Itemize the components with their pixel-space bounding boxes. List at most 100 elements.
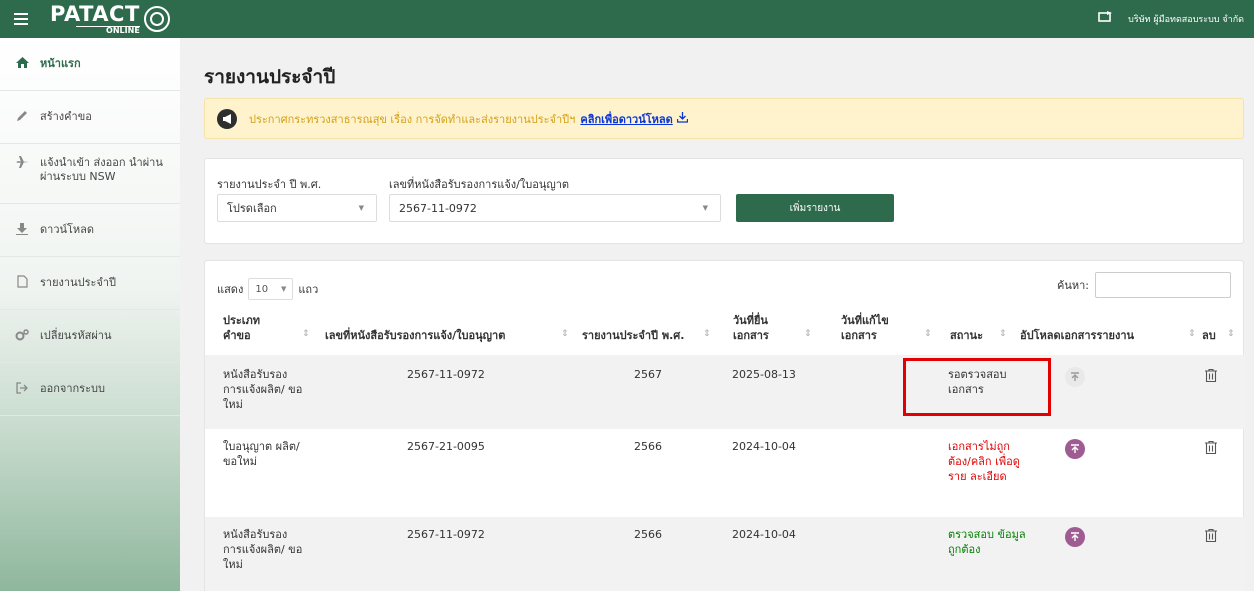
sidebar-item-home[interactable]: หน้าแรก — [0, 38, 180, 91]
upload-button[interactable] — [1065, 527, 1085, 547]
page-length-value: 10 — [255, 283, 269, 295]
cell-year: 2567 — [634, 368, 662, 381]
column-header-year[interactable]: รายงานประจำปี พ.ศ. — [582, 328, 684, 343]
search-label: ค้นหา: — [1056, 279, 1089, 292]
cell-submitted: 2025-08-13 — [732, 368, 796, 381]
table-search: ค้นหา: — [1057, 272, 1231, 298]
company-name[interactable]: บริษัท ผู้มือทดสอบระบบ จำกัด — [1128, 12, 1244, 26]
announcement-banner: ประกาศกระทรวงสาธารณสุข เรื่อง การจัดทำแล… — [204, 98, 1244, 139]
cell-license: 2567-11-0972 — [407, 368, 485, 381]
main-content: รายงานประจำปี ประกาศกระทรวงสาธารณสุข เรื… — [180, 38, 1254, 591]
sidebar-item-label: ดาวน์โหลด — [40, 223, 95, 236]
seal-icon — [143, 6, 170, 32]
cell-type: ใบอนุญาต ผลิต/ขอใหม่ — [223, 440, 300, 468]
sidebar-item-label: รายงานประจำปี — [40, 276, 117, 289]
sidebar-item-annual-report[interactable]: รายงานประจำปี — [0, 257, 180, 310]
cell-submitted: 2024-10-04 — [732, 528, 796, 541]
upload-icon — [1071, 532, 1079, 541]
sort-icon[interactable]: ⇕ — [561, 329, 569, 339]
page-length-control: แสดง 10 ▼ แถว — [217, 278, 318, 300]
cell-year: 2566 — [634, 528, 662, 541]
cell-type: หนังสือรับรอง การแจ้งผลิต/ ขอใหม่ — [223, 368, 303, 411]
cell-submitted: 2024-10-04 — [732, 440, 796, 453]
page-length-select[interactable]: 10 ▼ — [248, 278, 294, 300]
cell-license: 2567-21-0095 — [407, 440, 485, 453]
sidebar-item-nsw[interactable]: แจ้งนำเข้า ส่งออก นำผ่าน ผ่านระบบ NSW — [0, 144, 180, 204]
sort-icon[interactable]: ⇕ — [703, 329, 711, 339]
license-select-value: 2567-11-0972 — [399, 201, 477, 215]
column-header-upload[interactable]: อัปโหลดเอกสารรายงาน — [1020, 328, 1134, 343]
column-header-edited[interactable]: วันที่แก้ไข เอกสาร — [841, 313, 901, 343]
year-label: รายงานประจำ ปี พ.ศ. — [217, 178, 322, 191]
download-icon — [14, 222, 30, 238]
cell-license: 2567-11-0972 — [407, 528, 485, 541]
column-header-delete[interactable]: ลบ — [1202, 328, 1216, 343]
sidebar-item-download[interactable]: ดาวน์โหลด — [0, 204, 180, 257]
report-table-card: แสดง 10 ▼ แถว ค้นหา: ประเภท คำขอ ⇕ เลขที… — [204, 260, 1245, 591]
sidebar-item-change-password[interactable]: เปลี่ยนรหัสผ่าน — [0, 310, 180, 363]
year-select-value: โปรดเลือก — [227, 202, 277, 215]
upload-icon — [1071, 444, 1079, 453]
cell-type: หนังสือรับรอง การแจ้งผลิต/ ขอใหม่ — [223, 528, 303, 571]
sidebar-item-label: หน้าแรก — [40, 57, 81, 70]
license-select[interactable]: 2567-11-0972 ▼ — [389, 194, 721, 222]
sidebar-item-label: แจ้งนำเข้า ส่งออก นำผ่าน ผ่านระบบ NSW — [40, 156, 163, 183]
year-select[interactable]: โปรดเลือก ▼ — [217, 194, 377, 222]
sidebar-item-logout[interactable]: ออกจากระบบ — [0, 363, 180, 416]
sidebar: หน้าแรก สร้างคำขอ แจ้งนำเข้า ส่งออก นำผ่… — [0, 38, 180, 591]
upload-button[interactable] — [1065, 439, 1085, 459]
sidebar-item-label: เปลี่ยนรหัสผ่าน — [40, 329, 112, 342]
sign-out-icon — [14, 381, 30, 397]
sort-icon[interactable]: ⇕ — [1188, 329, 1196, 339]
megaphone-icon — [217, 108, 237, 129]
announcement-text: ประกาศกระทรวงสาธารณสุข เรื่อง การจัดทำแล… — [249, 112, 576, 126]
highlight-box — [903, 358, 1051, 416]
column-header-license[interactable]: เลขที่หนังสือรับรองการแจ้ง/ใบอนุญาต — [325, 328, 505, 343]
column-header-submitted[interactable]: วันที่ยื่น เอกสาร — [733, 313, 788, 343]
page-title: รายงานประจำปี — [204, 66, 336, 88]
file-icon — [14, 275, 30, 291]
cell-year: 2566 — [634, 440, 662, 453]
search-input[interactable] — [1095, 272, 1231, 298]
logo-subtitle: ONLINE — [76, 25, 140, 35]
license-label: เลขที่หนังสือรับรองการแจ้ง/ใบอนุญาต — [389, 178, 570, 191]
table-row: ใบอนุญาต ผลิต/ขอใหม่ 2567-21-0095 2566 2… — [205, 429, 1245, 517]
sort-icon[interactable]: ⇕ — [1227, 329, 1235, 339]
announcement-download-link[interactable]: คลิกเพื่อดาวน์โหลด — [580, 110, 672, 128]
upload-icon — [1071, 372, 1079, 381]
logo-title: PATACT — [50, 1, 140, 26]
graduation-cap-icon[interactable] — [1098, 11, 1113, 27]
pencil-icon — [14, 110, 30, 125]
sidebar-item-label: สร้างคำขอ — [40, 110, 92, 123]
column-header-type[interactable]: ประเภท คำขอ — [223, 313, 283, 343]
home-icon — [14, 57, 30, 71]
sidebar-item-label: ออกจากระบบ — [40, 382, 105, 395]
cell-status-link[interactable]: เอกสารไม่ถูก ต้อง/คลิก เพื่อดูราย ละเอีย… — [948, 439, 1022, 484]
chevron-down-icon: ▼ — [702, 204, 708, 212]
add-report-button[interactable]: เพิ่มรายงาน — [736, 194, 894, 222]
sidebar-item-create-request[interactable]: สร้างคำขอ — [0, 91, 180, 144]
table-row: หนังสือรับรอง การแจ้งผลิต/ ขอใหม่ 2567-1… — [205, 355, 1245, 429]
sort-icon[interactable]: ⇕ — [302, 329, 310, 339]
gears-icon — [14, 328, 30, 344]
plane-icon — [14, 156, 30, 171]
chevron-down-icon: ▼ — [358, 204, 364, 212]
column-header-status[interactable]: สถานะ — [950, 328, 983, 343]
cell-status: ตรวจสอบ ข้อมูลถูกต้อง — [948, 528, 1026, 556]
trash-icon[interactable] — [1205, 529, 1217, 542]
show-label: แสดง — [217, 283, 244, 296]
sort-icon[interactable]: ⇕ — [924, 329, 932, 339]
top-bar: PATACT ONLINE บริษัท ผู้มือทดสอบระบบ จำก… — [0, 0, 1254, 38]
trash-icon[interactable] — [1205, 441, 1217, 454]
rows-label: แถว — [298, 283, 319, 296]
logo[interactable]: PATACT ONLINE — [50, 1, 170, 35]
upload-button[interactable] — [1065, 367, 1085, 387]
table-row: หนังสือรับรอง การแจ้งผลิต/ ขอใหม่ 2567-1… — [205, 517, 1245, 591]
sort-icon[interactable]: ⇕ — [804, 329, 812, 339]
report-form-card: รายงานประจำ ปี พ.ศ. โปรดเลือก ▼ เลขที่หน… — [204, 158, 1244, 244]
chevron-down-icon: ▼ — [280, 285, 287, 293]
menu-toggle-icon[interactable] — [14, 13, 40, 25]
download-icon[interactable] — [676, 111, 688, 126]
trash-icon[interactable] — [1205, 369, 1217, 382]
sort-icon[interactable]: ⇕ — [999, 329, 1007, 339]
